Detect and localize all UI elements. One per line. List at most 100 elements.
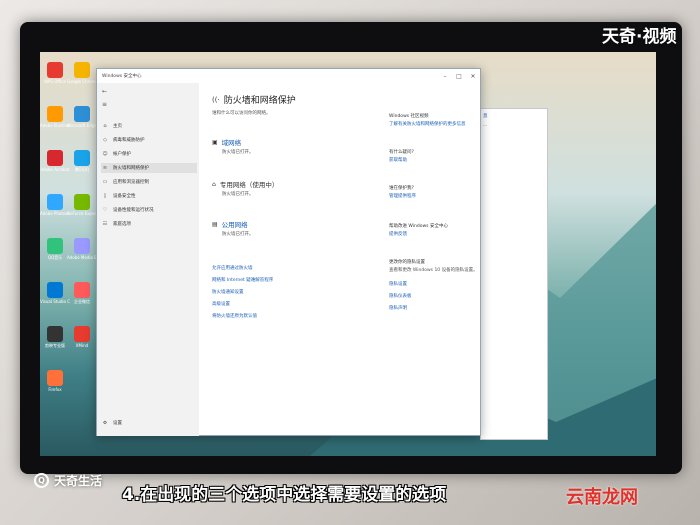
desktop-icon-caption: XMind: [75, 343, 89, 348]
link-privacy-statement[interactable]: 隐私声明: [389, 305, 479, 311]
link-advanced-settings[interactable]: 高级设置: [212, 299, 273, 311]
qq-music-desktop-icon[interactable]: QQ音乐: [40, 238, 70, 260]
network-status: 防火墙已打开。: [222, 192, 254, 197]
security-center-window: Windows 安全中心 – □ ✕ ← ≡ ⌂ 主页 ◇ 病毒和威胁防护 ☺ 帐户保护 ≋…: [96, 68, 481, 436]
minimize-icon[interactable]: –: [438, 73, 452, 80]
sidebar-item-settings[interactable]: ⚙ 设置: [101, 420, 122, 427]
desktop-icon-caption: QQ音乐: [47, 255, 63, 260]
sidebar-item-app[interactable]: ▭ 应用和浏览器控制: [101, 177, 197, 187]
desktop-icon-caption: Adobe Acrobat: [40, 167, 70, 172]
window-titlebar: Windows 安全中心 – □ ✕: [97, 69, 480, 83]
section-link[interactable]: 获取帮助: [389, 157, 479, 163]
wechat-work-icon: [74, 282, 90, 298]
page-description: 谁和什么可以访问你的网络。: [212, 111, 271, 116]
domain-network-icon: ▣: [212, 138, 218, 146]
gear-icon: ⚙: [102, 420, 108, 426]
capcut-desktop-icon[interactable]: 剪映专业版: [40, 326, 70, 348]
home-icon: ⌂: [103, 123, 107, 129]
menu-icon[interactable]: ≡: [102, 101, 107, 108]
person-icon: ☺: [102, 151, 108, 157]
desktop-icon-caption: 企业微信: [74, 299, 90, 304]
wechat-work-desktop-icon[interactable]: 企业微信: [67, 282, 97, 304]
premiere-desktop-icon[interactable]: Adobe Media Encoder: [67, 238, 97, 260]
desktop-icon-caption: Firefox: [48, 387, 62, 392]
edge-desktop-icon[interactable]: Microsoft Edge: [67, 106, 97, 128]
sidebar-item-device[interactable]: ▯ 设备安全性: [101, 191, 197, 201]
section-heading: Windows 社区视频: [389, 114, 429, 119]
sidebar-item-home[interactable]: ⌂ 主页: [101, 121, 197, 131]
section-link[interactable]: 管理提供程序: [389, 193, 479, 199]
sidebar-item-family[interactable]: ☷ 家庭选项: [101, 219, 197, 229]
sidebar-item-wifi[interactable]: ≋ 防火墙和网络保护: [101, 163, 197, 173]
xmind-icon: [74, 326, 90, 342]
link-privacy-settings[interactable]: 隐私设置: [389, 281, 479, 287]
background-window: 息 ...: [480, 108, 548, 440]
desktop-icon-caption: Adobe Illustrator: [40, 123, 70, 128]
page-title-text: 防火墙和网络保护: [223, 96, 296, 106]
photoshop-desktop-icon[interactable]: Adobe Photoshop: [40, 194, 70, 216]
section-paragraph: 查看和更改 Windows 10 设备的隐私设置。: [389, 268, 478, 273]
brand-icon: Q: [34, 473, 49, 488]
sidebar-item-heart[interactable]: ♡ 设备性能和运行状况: [101, 205, 197, 215]
right-section-privacy: 更改你的隐私设置 查看和更改 Windows 10 设备的隐私设置。 隐私设置 …: [389, 259, 479, 311]
device-icon: ▯: [103, 193, 107, 199]
app-icon: ▭: [102, 179, 108, 185]
back-arrow-icon[interactable]: ←: [102, 88, 107, 95]
desktop-icon-caption: Adobe Photoshop: [40, 211, 70, 216]
link-notification-settings[interactable]: 防火墙通知设置: [212, 287, 273, 299]
wifi-icon: ((·: [212, 95, 220, 104]
adobe-acrobat-desktop-icon[interactable]: Adobe Acrobat: [40, 150, 70, 172]
section-heading: 更改你的隐私设置: [389, 260, 425, 265]
sidebar-item-label: 设置: [113, 421, 122, 426]
network-domain[interactable]: ▣ 域网络 防火墙已打开。: [212, 137, 372, 156]
network-label[interactable]: 公用网络: [222, 219, 248, 229]
desktop-icon-caption: WPS Office: [44, 79, 66, 84]
desktop-icon-caption: 腾讯QQ: [74, 167, 90, 172]
maximize-icon[interactable]: □: [452, 73, 466, 80]
heart-icon: ♡: [102, 207, 108, 213]
xmind-desktop-icon[interactable]: XMind: [67, 326, 97, 348]
sidebar-item-label: 设备性能和运行状况: [113, 208, 154, 213]
vscode-desktop-icon[interactable]: Visual Studio Code: [40, 282, 70, 304]
network-status: 防火墙已打开。: [222, 150, 254, 155]
public-network-icon: ▤: [212, 220, 218, 228]
qq-desktop-icon[interactable]: 腾讯QQ: [67, 150, 97, 172]
right-section-help: 有什么疑问? 获取帮助: [389, 149, 479, 163]
link-restore-defaults[interactable]: 将防火墙还原为默认值: [212, 311, 273, 323]
top-watermark: 天奇·视频: [602, 27, 677, 47]
subtitle-caption: 4.在出现的三个选项中选择需要设置的选项: [122, 485, 447, 505]
geforce-desktop-icon[interactable]: GeForce Experience: [67, 194, 97, 216]
close-icon[interactable]: ✕: [466, 73, 480, 80]
desktop-icon-caption: Visual Studio Code: [40, 299, 70, 304]
desktop-icon-caption: Microsoft Edge: [67, 123, 97, 128]
desktop-icon-caption: Adobe Media Encoder: [67, 255, 97, 260]
page-title: ((· 防火墙和网络保护: [212, 93, 296, 107]
firewall-links: 允许应用通过防火墙 网络和 Internet 疑难解答程序 防火墙通知设置 高级…: [212, 263, 273, 323]
sidebar-item-shield[interactable]: ◇ 病毒和威胁防护: [101, 135, 197, 145]
background-window-link: ...: [483, 123, 488, 128]
wps-desktop-icon[interactable]: WPS Office: [40, 62, 70, 84]
link-troubleshooter[interactable]: 网络和 Internet 疑难解答程序: [212, 275, 273, 287]
adobe-illustrator-desktop-icon[interactable]: Adobe Illustrator: [40, 106, 70, 128]
network-public[interactable]: ▤ 公用网络 防火墙已打开。: [212, 219, 372, 238]
section-link[interactable]: 了解有关防火墙和网络保护的更多信息: [389, 121, 479, 127]
sidebar-item-label: 防火墙和网络保护: [113, 166, 149, 171]
qq-music-icon: [47, 238, 63, 254]
network-private[interactable]: ⌂ 专用网络（使用中） 防火墙已打开。: [212, 179, 372, 198]
google-chrome-icon: [74, 62, 90, 78]
network-label[interactable]: 专用网络（使用中）: [220, 179, 279, 189]
firefox-desktop-icon[interactable]: Firefox: [40, 370, 70, 392]
section-heading: 帮助改进 Windows 安全中心: [389, 224, 448, 229]
family-icon: ☷: [102, 221, 108, 227]
sidebar-item-label: 应用和浏览器控制: [113, 180, 149, 185]
google-chrome-desktop-icon[interactable]: Google Chrome: [67, 62, 97, 84]
link-privacy-dashboard[interactable]: 隐私仪表板: [389, 293, 479, 299]
brand-logo: Q 天奇生活: [34, 472, 102, 489]
section-link[interactable]: 提供反馈: [389, 231, 479, 237]
adobe-illustrator-icon: [47, 106, 63, 122]
link-allow-app[interactable]: 允许应用通过防火墙: [212, 263, 273, 275]
network-label[interactable]: 域网络: [222, 137, 242, 147]
sidebar-item-person[interactable]: ☺ 帐户保护: [101, 149, 197, 159]
geforce-icon: [74, 194, 90, 210]
right-section-feedback: 帮助改进 Windows 安全中心 提供反馈: [389, 223, 479, 237]
